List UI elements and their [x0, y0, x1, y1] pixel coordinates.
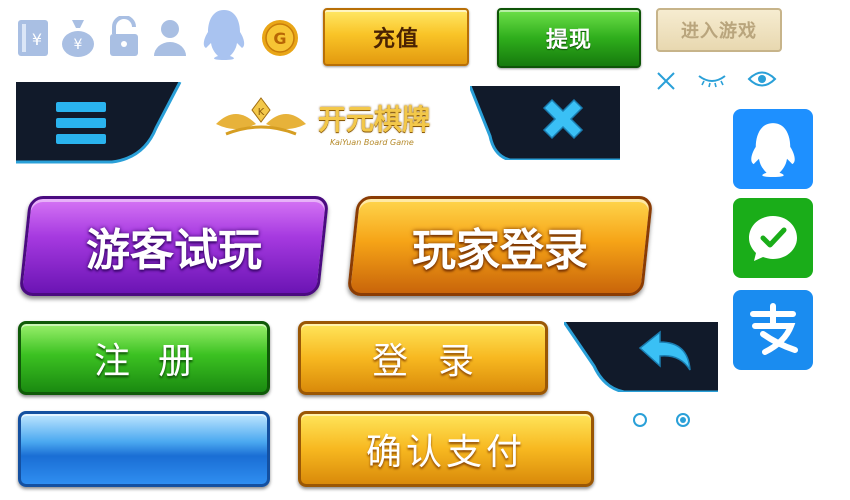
- withdraw-button[interactable]: 提现: [497, 8, 641, 68]
- close-x-icon[interactable]: [538, 94, 588, 144]
- user-icon: [152, 18, 188, 58]
- qq-penguin-icon: [198, 6, 250, 62]
- confirm-pay-label: 确认支付: [365, 432, 526, 473]
- guest-play-button[interactable]: 游客试玩: [18, 196, 330, 296]
- eye-open-icon[interactable]: [746, 66, 778, 92]
- confirm-pay-button[interactable]: 确认支付: [298, 411, 594, 487]
- logo-title: 开元棋牌: [318, 103, 431, 136]
- svg-text:¥: ¥: [74, 37, 83, 53]
- svg-text:K: K: [258, 107, 265, 118]
- recharge-label: 充值: [372, 27, 419, 52]
- enter-game-label: 进入游戏: [681, 21, 757, 42]
- register-label: 注册: [93, 341, 222, 382]
- register-button[interactable]: 注册: [18, 321, 270, 395]
- player-login-button[interactable]: 玩家登录: [346, 196, 654, 296]
- menu-icon[interactable]: [54, 100, 108, 146]
- qq-icon: [751, 123, 795, 177]
- logo-subtitle: KaiYuan Board Game: [330, 138, 414, 147]
- eye-closed-icon[interactable]: [696, 68, 728, 90]
- unlock-icon: [106, 16, 142, 58]
- login-label: 登录: [371, 341, 504, 382]
- wechat-icon: [749, 216, 797, 261]
- close-icon[interactable]: [655, 70, 677, 92]
- gold-coin-icon: G: [260, 18, 300, 58]
- blue-blank-button[interactable]: [18, 411, 270, 487]
- money-bag-icon: ¥: [60, 16, 96, 58]
- alipay-icon: [750, 303, 798, 355]
- wechat-login-button[interactable]: [733, 198, 813, 278]
- qq-login-button[interactable]: [733, 109, 813, 189]
- withdraw-label: 提现: [545, 28, 592, 53]
- radio-option-1[interactable]: [633, 413, 647, 427]
- player-login-label: 玩家登录: [412, 225, 588, 276]
- svg-text:¥: ¥: [32, 30, 42, 49]
- logo-emblem-icon: K: [206, 94, 316, 142]
- guest-play-label: 游客试玩: [86, 225, 262, 276]
- enter-game-button[interactable]: 进入游戏: [656, 8, 782, 52]
- svg-text:G: G: [273, 29, 286, 48]
- recharge-button[interactable]: 充值: [323, 8, 469, 66]
- alipay-button[interactable]: [733, 290, 813, 370]
- back-arrow-icon[interactable]: [636, 330, 694, 378]
- login-button[interactable]: 登录: [298, 321, 548, 395]
- receipt-icon: ¥: [16, 18, 52, 58]
- radio-option-2[interactable]: [676, 413, 690, 427]
